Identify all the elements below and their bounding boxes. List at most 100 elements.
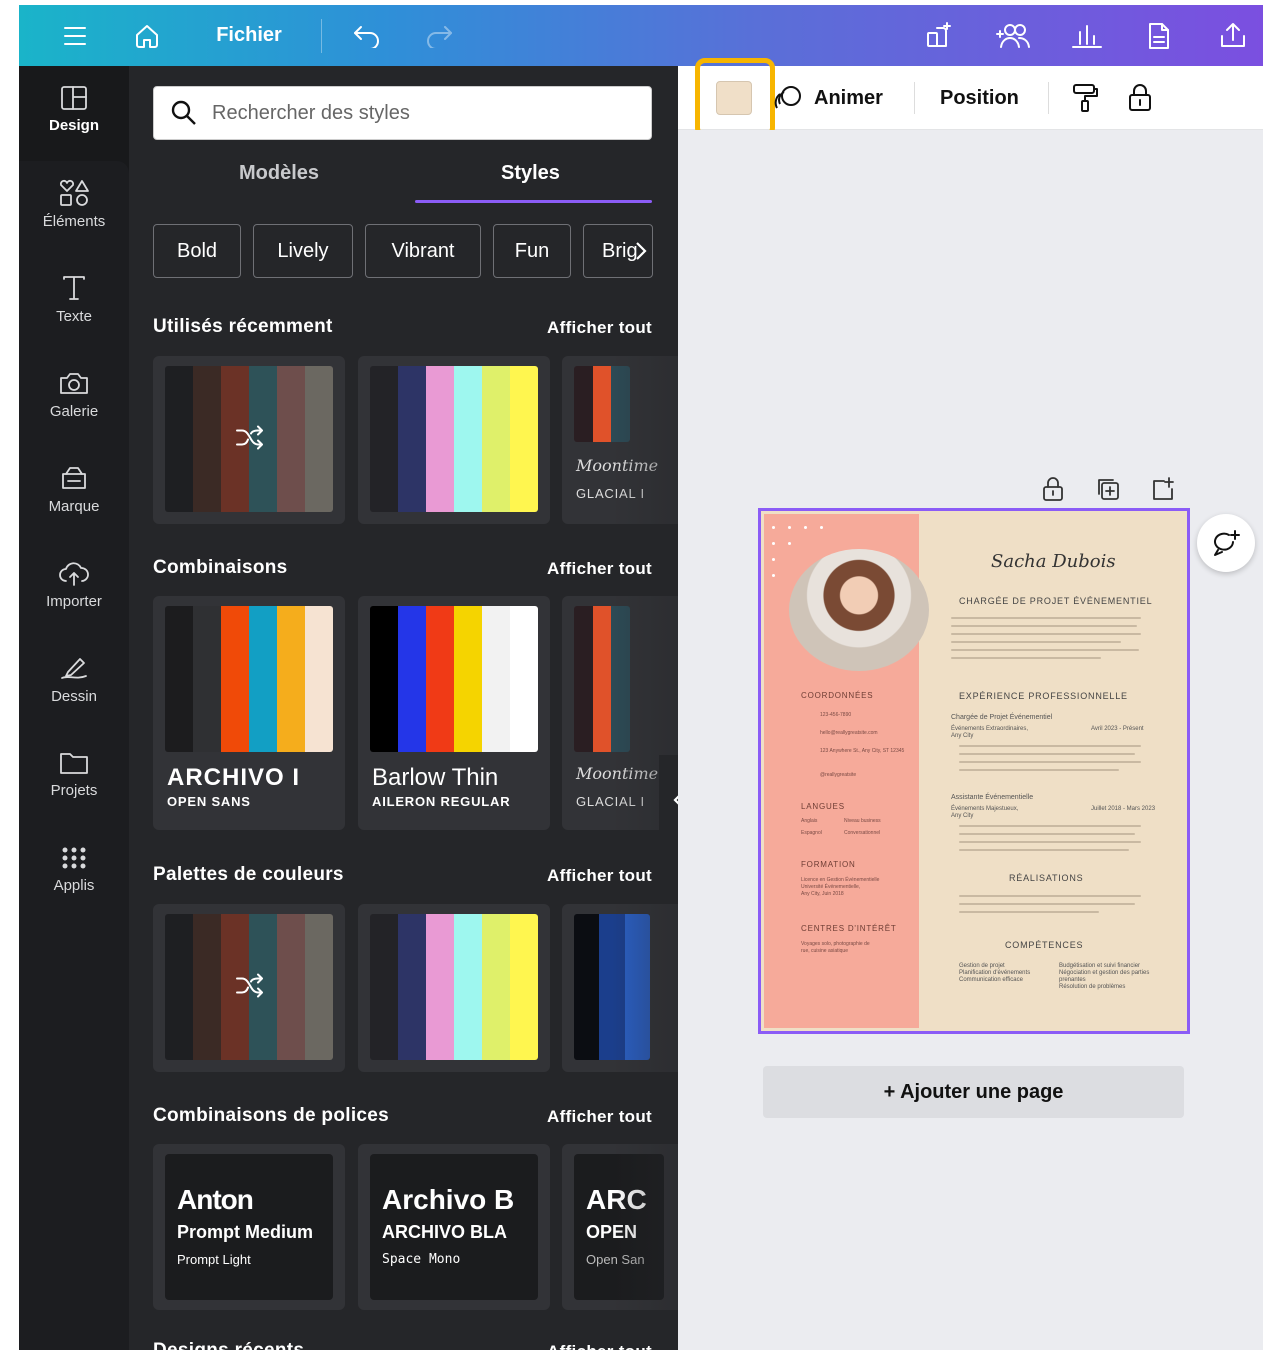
text-placeholder-line xyxy=(959,753,1135,755)
recent-style-card[interactable]: Moontime GLACIAL I xyxy=(562,356,678,524)
combo-card[interactable]: ARCHIVO I OPEN SANS xyxy=(153,596,345,830)
job-company: Événements Majestueux, xyxy=(951,806,1019,812)
palette-card[interactable] xyxy=(562,904,678,1072)
skill-item: Résolution de problèmes xyxy=(1059,984,1126,990)
export-button[interactable] xyxy=(1213,5,1253,66)
shuffle-button[interactable] xyxy=(234,425,264,456)
paint-roller-icon xyxy=(1073,84,1098,112)
search-box[interactable] xyxy=(153,86,652,140)
shuffle-button[interactable] xyxy=(234,973,264,1004)
color-swatch xyxy=(426,366,454,512)
rail-item-text[interactable]: Texte xyxy=(19,256,129,342)
lock-button[interactable] xyxy=(1126,82,1154,119)
recent-style-card[interactable] xyxy=(153,356,345,524)
text-placeholder-line xyxy=(959,895,1141,897)
font-pair-card[interactable]: ARC OPEN Open San xyxy=(562,1144,678,1310)
color-swatch xyxy=(305,914,333,1060)
rail-item-projects[interactable]: Projets xyxy=(19,731,129,817)
rail-item-apps[interactable]: Applis xyxy=(19,826,129,912)
comment-add-icon xyxy=(1214,530,1240,556)
job-dates: Juillet 2018 - Mars 2023 xyxy=(1091,806,1156,812)
rail-item-elements[interactable]: Éléments xyxy=(19,161,129,247)
position-button[interactable]: Position xyxy=(940,66,1019,130)
apps-grid-icon xyxy=(62,847,86,868)
color-swatch xyxy=(482,914,510,1060)
rail-label: Applis xyxy=(53,876,95,894)
show-all-recent-link[interactable]: Afficher tout xyxy=(547,318,652,338)
font-subheading: ARCHIVO BLA xyxy=(382,1222,507,1242)
palette-card[interactable] xyxy=(358,904,550,1072)
insights-button[interactable] xyxy=(1065,5,1109,66)
color-swatch xyxy=(193,366,221,512)
scroll-right-button[interactable] xyxy=(612,904,678,1072)
font-pair-card[interactable]: Anton Prompt Medium Prompt Light xyxy=(153,1144,345,1310)
redo-icon xyxy=(427,25,452,48)
combo-body-font: OPEN SANS xyxy=(167,794,251,809)
search-input[interactable] xyxy=(212,101,612,125)
undo-button[interactable] xyxy=(347,5,387,66)
copy-style-button[interactable] xyxy=(1070,82,1100,119)
resume-profile-photo[interactable] xyxy=(789,549,929,671)
text-placeholder-line xyxy=(959,769,1119,771)
resume-headline[interactable]: CHARGÉE DE PROJET ÉVÉNEMENTIEL xyxy=(959,596,1152,606)
scroll-right-button[interactable] xyxy=(612,1144,678,1310)
redo-button[interactable] xyxy=(419,5,459,66)
font-heading: Archivo B xyxy=(382,1184,515,1215)
font-pair-preview: Archivo B ARCHIVO BLA Space Mono xyxy=(370,1154,538,1300)
file-menu-button[interactable]: Fichier xyxy=(199,5,299,66)
scroll-right-button[interactable] xyxy=(612,356,678,524)
chip-bold[interactable]: Bold xyxy=(153,224,241,278)
add-comment-button[interactable] xyxy=(1197,514,1255,572)
color-swatch xyxy=(482,366,510,512)
resume-contact: 123-456-7890 xyxy=(820,712,852,718)
skill-item: Gestion de projet xyxy=(959,963,1005,969)
rail-item-brand[interactable]: Marque xyxy=(19,446,129,532)
chip-lively[interactable]: Lively xyxy=(253,224,353,278)
animate-button[interactable]: Animer xyxy=(774,66,883,130)
color-swatch xyxy=(165,366,193,512)
chevron-right-icon[interactable] xyxy=(634,240,648,262)
rail-item-upload[interactable]: Importer xyxy=(19,541,129,627)
tab-models[interactable]: Modèles xyxy=(239,162,319,185)
add-page-icon-button[interactable] xyxy=(1150,476,1176,507)
camera-icon xyxy=(60,372,88,394)
notes-button[interactable] xyxy=(1139,5,1179,66)
add-page-button[interactable]: + Ajouter une page xyxy=(763,1066,1184,1118)
menu-button[interactable] xyxy=(55,5,95,66)
show-all-palettes-link[interactable]: Afficher tout xyxy=(547,866,652,886)
rail-item-gallery[interactable]: Galerie xyxy=(19,351,129,437)
color-swatch xyxy=(398,606,426,752)
resume-name[interactable]: Sacha Dubois xyxy=(991,551,1116,572)
shuffle-icon xyxy=(236,973,263,998)
combo-card[interactable]: Barlow Thin AILERON REGULAR xyxy=(358,596,550,830)
brand-icon xyxy=(62,466,86,489)
show-all-fonts-link[interactable]: Afficher tout xyxy=(547,1107,652,1127)
chip-fun[interactable]: Fun xyxy=(493,224,571,278)
resume-right-heading: COMPÉTENCES xyxy=(1005,940,1084,950)
decor-dot xyxy=(788,526,791,529)
recent-style-card[interactable] xyxy=(358,356,550,524)
share-people-button[interactable] xyxy=(991,5,1035,66)
font-pair-card[interactable]: Archivo B ARCHIVO BLA Space Mono xyxy=(358,1144,550,1310)
show-all-next-link[interactable]: Afficher tout xyxy=(547,1342,652,1350)
duplicate-page-button[interactable] xyxy=(1095,476,1121,507)
rail-item-draw[interactable]: Dessin xyxy=(19,636,129,722)
skill-item: prenantes xyxy=(1059,977,1086,983)
show-all-combos-link[interactable]: Afficher tout xyxy=(547,559,652,579)
tab-styles[interactable]: Styles xyxy=(501,162,560,185)
resume-page[interactable]: COORDONNÉES 123-456-7890 hello@reallygre… xyxy=(758,508,1190,1034)
color-swatch xyxy=(370,606,398,752)
lock-icon xyxy=(1043,477,1063,501)
rail-label: Galerie xyxy=(49,402,99,420)
rail-item-design[interactable]: Design xyxy=(19,66,129,152)
lock-page-button[interactable] xyxy=(1041,476,1065,507)
context-toolbar: Animer Position xyxy=(678,58,1263,138)
font-body: Space Mono xyxy=(382,1252,461,1267)
resize-button[interactable] xyxy=(919,5,959,66)
home-button[interactable] xyxy=(127,5,167,66)
text-icon xyxy=(63,275,85,300)
color-swatch xyxy=(370,366,398,512)
chip-vibrant[interactable]: Vibrant xyxy=(365,224,481,278)
chip-bright[interactable]: Brig xyxy=(583,224,653,278)
palette-card[interactable] xyxy=(153,904,345,1072)
